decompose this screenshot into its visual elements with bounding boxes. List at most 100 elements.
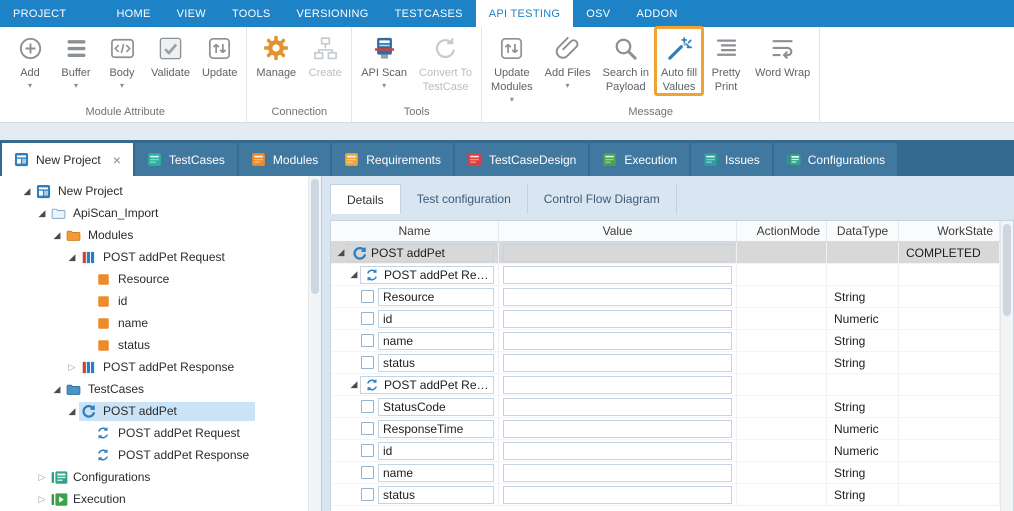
grid-value-cell[interactable]	[499, 286, 737, 308]
tree-item-new-project[interactable]: ◢New Project	[0, 180, 308, 202]
row-checkbox[interactable]	[361, 444, 374, 457]
grid-workstate-cell[interactable]	[899, 396, 1000, 418]
expander-icon[interactable]: ◢	[35, 208, 49, 219]
value-cell-box[interactable]	[503, 398, 732, 416]
value-cell-box[interactable]	[503, 486, 732, 504]
tab-new-project[interactable]: New Project×	[2, 143, 133, 176]
ribbon-button-buffer[interactable]: Buffer▾	[53, 27, 99, 90]
value-cell-box[interactable]	[503, 244, 732, 262]
value-cell-box[interactable]	[503, 266, 732, 284]
expander-icon[interactable]: ▷	[35, 494, 49, 505]
menu-item-versioning[interactable]: VERSIONING	[284, 0, 382, 27]
grid-row-id[interactable]: id Numeric	[331, 308, 1000, 330]
expander-icon[interactable]: ◢	[65, 406, 79, 417]
grid-datatype-cell[interactable]: String	[827, 462, 899, 484]
menu-item-tools[interactable]: TOOLS	[219, 0, 284, 27]
expander-icon[interactable]: ◢	[65, 252, 79, 263]
grid-scrollbar[interactable]	[1000, 221, 1013, 511]
grid-row-id[interactable]: id Numeric	[331, 440, 1000, 462]
value-cell-box[interactable]	[503, 354, 732, 372]
grid-workstate-cell[interactable]	[899, 286, 1000, 308]
ribbon-button-add-files[interactable]: Add Files▾	[539, 27, 597, 90]
close-icon[interactable]: ×	[113, 153, 121, 167]
grid-datatype-cell[interactable]	[827, 242, 899, 264]
ribbon-button-manage[interactable]: Manage	[250, 27, 302, 81]
grid-datatype-cell[interactable]: String	[827, 330, 899, 352]
ribbon-button-update-modules[interactable]: Update Modules▾	[485, 27, 539, 104]
grid-datatype-cell[interactable]: String	[827, 484, 899, 506]
ribbon-button-body[interactable]: Body▾	[99, 27, 145, 90]
grid-actionmode-cell[interactable]	[737, 440, 827, 462]
name-cell-box[interactable]: status	[378, 354, 494, 372]
grid-row-responsetime[interactable]: ResponseTimeNumeric	[331, 418, 1000, 440]
row-checkbox[interactable]	[361, 488, 374, 501]
name-cell-box[interactable]: StatusCode	[378, 398, 494, 416]
grid-workstate-cell[interactable]	[899, 484, 1000, 506]
grid-datatype-cell[interactable]: Numeric	[827, 440, 899, 462]
tree-item-post-addpet-response[interactable]: ▷POST addPet Response	[0, 356, 308, 378]
name-cell-box[interactable]: POST addPet	[347, 244, 494, 262]
grid-row-resource[interactable]: ResourceString	[331, 286, 1000, 308]
expander-icon[interactable]: ◢	[50, 230, 64, 241]
grid-actionmode-cell[interactable]	[737, 484, 827, 506]
menu-item-api-testing[interactable]: API TESTING	[476, 0, 574, 27]
grid-value-cell[interactable]	[499, 396, 737, 418]
tab-testcasedesign[interactable]: TestCaseDesign	[455, 143, 588, 176]
tree-item-status[interactable]: status	[0, 334, 308, 356]
name-cell-box[interactable]: id	[378, 310, 494, 328]
ribbon-button-api-scan[interactable]: API Scan▾	[355, 27, 413, 90]
name-cell-box[interactable]: status	[378, 486, 494, 504]
menu-item-addon[interactable]: ADDON	[623, 0, 690, 27]
grid-row-post-addpet-requ[interactable]: ◢POST addPet Requ...	[331, 264, 1000, 286]
grid-actionmode-cell[interactable]	[737, 418, 827, 440]
name-cell-box[interactable]: name	[378, 464, 494, 482]
expander-icon[interactable]: ◢	[50, 384, 64, 395]
grid-value-cell[interactable]	[499, 440, 737, 462]
grid-workstate-cell[interactable]	[899, 462, 1000, 484]
grid-datatype-cell[interactable]: String	[827, 352, 899, 374]
tree-item-execution[interactable]: ▷Execution	[0, 488, 308, 510]
expander-icon[interactable]: ▷	[65, 362, 79, 373]
tree-item-modules[interactable]: ◢Modules	[0, 224, 308, 246]
row-checkbox[interactable]	[361, 312, 374, 325]
grid-actionmode-cell[interactable]	[737, 264, 827, 286]
name-cell-box[interactable]: POST addPet Requ...	[360, 266, 494, 284]
details-tab-test-configuration[interactable]: Test configuration	[401, 184, 528, 214]
tab-execution[interactable]: Execution	[590, 143, 689, 176]
expander-icon[interactable]: ▷	[35, 472, 49, 483]
column-header-name[interactable]: Name	[331, 221, 499, 241]
grid-row-name[interactable]: nameString	[331, 330, 1000, 352]
row-checkbox[interactable]	[361, 400, 374, 413]
menu-item-home[interactable]: HOME	[103, 0, 163, 27]
grid-datatype-cell[interactable]: String	[827, 286, 899, 308]
name-cell-box[interactable]: ResponseTime	[378, 420, 494, 438]
grid-datatype-cell[interactable]	[827, 374, 899, 396]
grid-datatype-cell[interactable]: Numeric	[827, 308, 899, 330]
grid-workstate-cell[interactable]	[899, 418, 1000, 440]
expander-icon[interactable]: ◢	[335, 247, 347, 258]
grid-actionmode-cell[interactable]	[737, 308, 827, 330]
tree-item-resource[interactable]: Resource	[0, 268, 308, 290]
tree-scrollbar[interactable]	[308, 176, 321, 511]
grid-workstate-cell[interactable]: COMPLETED	[899, 242, 1000, 264]
tab-issues[interactable]: Issues	[691, 143, 772, 176]
column-header-value[interactable]: Value	[499, 221, 737, 241]
grid-value-cell[interactable]	[499, 462, 737, 484]
value-cell-box[interactable]	[503, 464, 732, 482]
tab-requirements[interactable]: Requirements	[332, 143, 453, 176]
ribbon-button-validate[interactable]: Validate	[145, 27, 196, 81]
details-tab-details[interactable]: Details	[330, 184, 401, 214]
grid-actionmode-cell[interactable]	[737, 330, 827, 352]
grid-actionmode-cell[interactable]	[737, 374, 827, 396]
tree-item-testcases[interactable]: ◢TestCases	[0, 378, 308, 400]
grid-row-status[interactable]: status String	[331, 484, 1000, 506]
tree-item-post-addpet-response[interactable]: POST addPet Response	[0, 444, 308, 466]
row-checkbox[interactable]	[361, 356, 374, 369]
column-header-workstate[interactable]: WorkState	[899, 221, 1000, 241]
menu-item-view[interactable]: VIEW	[164, 0, 219, 27]
grid-actionmode-cell[interactable]	[737, 352, 827, 374]
expander-icon[interactable]: ◢	[348, 379, 360, 390]
grid-workstate-cell[interactable]	[899, 374, 1000, 396]
name-cell-box[interactable]: id	[378, 442, 494, 460]
grid-actionmode-cell[interactable]	[737, 286, 827, 308]
